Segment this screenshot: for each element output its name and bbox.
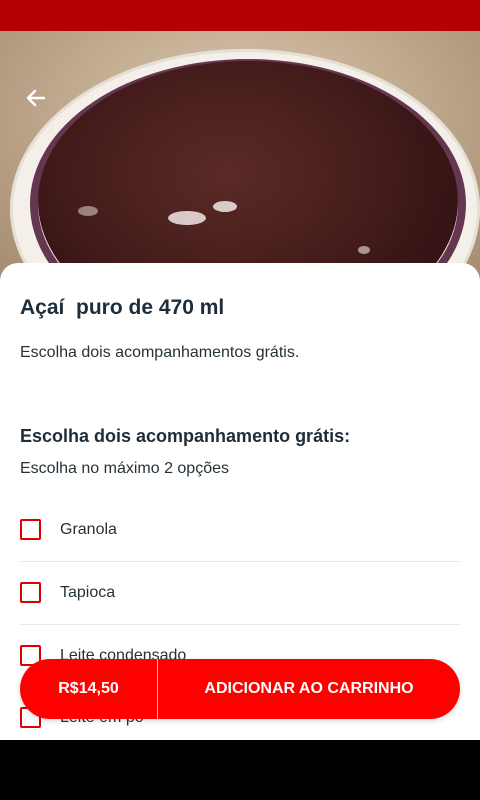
option-label: Granola <box>60 521 117 538</box>
gloss-highlight <box>78 206 98 216</box>
status-bar <box>0 0 480 31</box>
option-tapioca[interactable]: Tapioca <box>0 563 480 625</box>
checkbox-unchecked-icon[interactable] <box>20 582 41 603</box>
divider <box>20 624 460 625</box>
cart-bar: R$14,50 ADICIONAR AO CARRINHO <box>20 659 460 719</box>
options-group-subtitle: Escolha no máximo 2 opções <box>20 460 229 477</box>
arrow-left-icon <box>26 89 46 107</box>
product-title: Açaí puro de 470 ml <box>20 296 225 319</box>
add-to-cart-button[interactable]: ADICIONAR AO CARRINHO <box>158 659 460 719</box>
options-group-title: Escolha dois acompanhamento grátis: <box>20 426 351 446</box>
checkbox-unchecked-icon[interactable] <box>20 519 41 540</box>
gloss-highlight <box>168 211 206 225</box>
option-granola[interactable]: Granola <box>0 500 480 562</box>
gloss-highlight <box>358 246 370 254</box>
product-image <box>0 31 480 281</box>
price-label[interactable]: R$14,50 <box>20 659 158 719</box>
divider <box>20 561 460 562</box>
system-nav-bar <box>0 740 480 800</box>
option-label: Tapioca <box>60 584 116 601</box>
product-description: Escolha dois acompanhamentos grátis. <box>20 344 300 361</box>
gloss-highlight <box>213 201 237 212</box>
back-button[interactable] <box>18 83 54 113</box>
